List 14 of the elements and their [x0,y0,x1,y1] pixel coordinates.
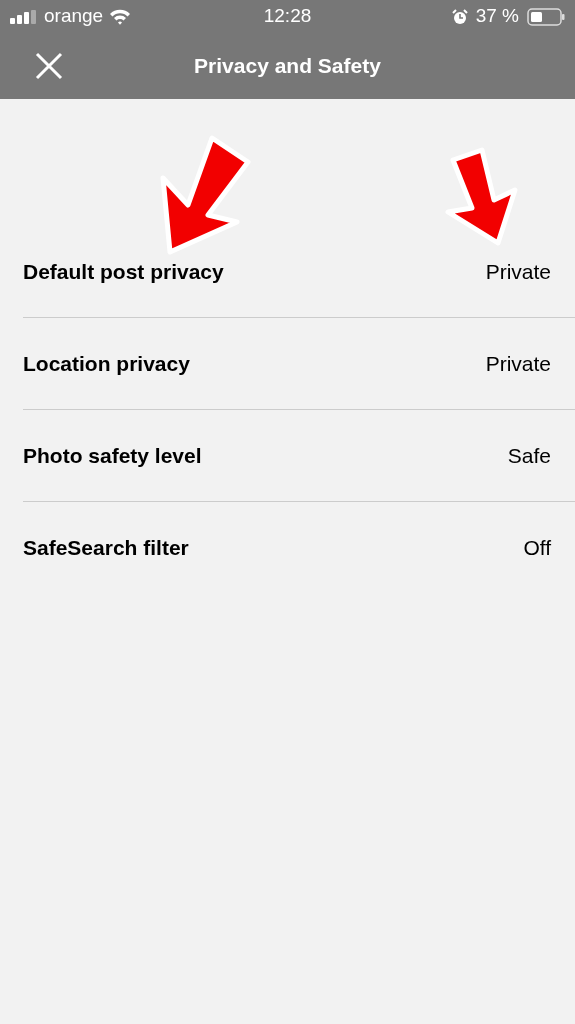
clock-time: 12:28 [263,4,312,29]
battery-percentage: 37 % [475,4,519,29]
close-icon [35,52,63,80]
signal-icon [10,9,38,24]
settings-row[interactable]: SafeSearch filter Off [0,502,575,593]
settings-row[interactable]: Photo safety level Safe [0,410,575,501]
carrier-name: orange [44,4,104,29]
settings-row[interactable]: Default post privacy Private [0,226,575,317]
screen-title: Privacy and Safety [194,53,381,80]
close-button[interactable] [33,50,65,82]
wifi-icon [109,8,132,25]
alarm-clock-icon [451,8,468,25]
settings-row[interactable]: Location privacy Private [0,318,575,409]
battery-icon [527,7,565,26]
